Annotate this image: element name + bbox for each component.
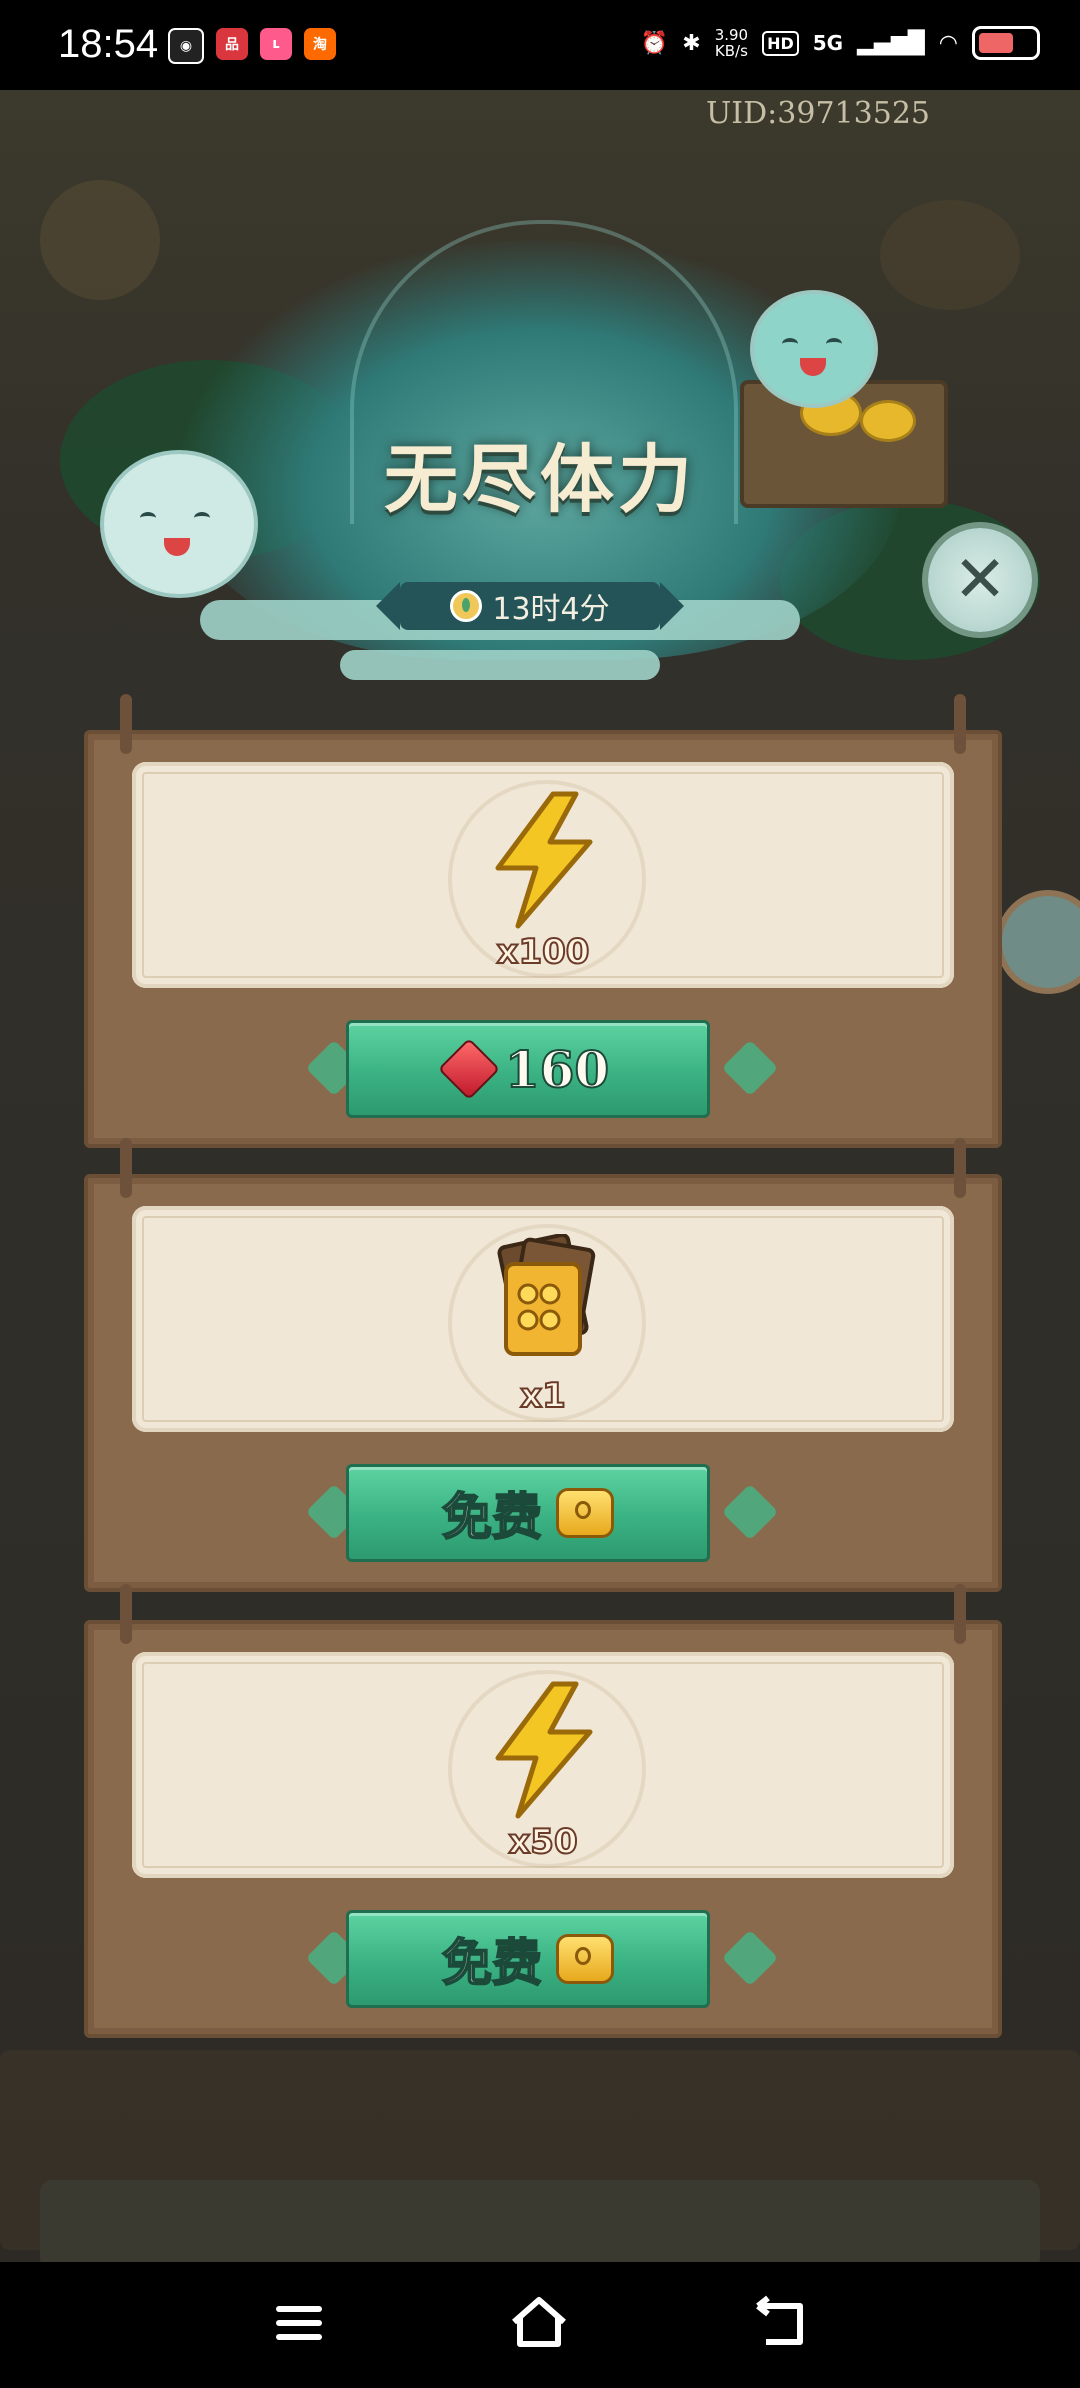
timer-clock-icon bbox=[450, 590, 483, 622]
taobao-icon: 淘 bbox=[304, 28, 336, 60]
game-bottom-panel bbox=[40, 2180, 1040, 2270]
android-face-icon: ◉ bbox=[168, 28, 204, 64]
notification-icons: ◉ 品 ʟ 淘 bbox=[168, 28, 336, 64]
status-indicators: ⏰ ✱ 3.90 KB/s HD 5G ▂▄▆█ ◠ bbox=[641, 26, 1040, 60]
network-speed-unit: KB/s bbox=[714, 42, 748, 60]
menu-icon bbox=[276, 2334, 322, 2340]
battery-icon bbox=[972, 26, 1040, 60]
button-ornament bbox=[721, 1483, 779, 1541]
home-icon bbox=[512, 2297, 566, 2347]
network-speed: 3.90 KB/s bbox=[715, 27, 748, 59]
hanging-rope bbox=[954, 694, 966, 754]
free-button-wrap: 免费 bbox=[305, 1464, 779, 1562]
lightning-icon bbox=[495, 791, 593, 929]
shop-red-icon: 品 bbox=[216, 28, 248, 60]
free-label: 免费 bbox=[441, 1486, 543, 1547]
menu-icon bbox=[276, 2320, 322, 2326]
offer-paper: x50 bbox=[132, 1652, 954, 1878]
signal-bars-icon: ▂▄▆█ bbox=[857, 30, 925, 56]
uid-label: UID:39713525 bbox=[706, 96, 930, 131]
timer-text: 13时4分 bbox=[492, 592, 610, 627]
button-ornament bbox=[721, 1039, 779, 1097]
hanging-rope bbox=[120, 694, 132, 754]
buy-button-wrap: 160 bbox=[305, 1020, 779, 1118]
lightning-icon bbox=[495, 1681, 593, 1819]
cat-mouth bbox=[164, 538, 190, 556]
red-gem-icon bbox=[437, 1037, 500, 1101]
hd-badge: HD bbox=[762, 30, 799, 56]
navigation-bar bbox=[0, 2262, 1080, 2388]
status-bar: 18:54 ◉ 品 ʟ 淘 ⏰ ✱ 3.90 KB/s HD 5G ▂▄▆█ ◠ bbox=[0, 0, 1080, 90]
timer-ribbon: 13时4分 bbox=[376, 582, 684, 630]
home-nav-button[interactable] bbox=[504, 2292, 574, 2352]
buy-with-gems-button[interactable]: 160 bbox=[346, 1020, 710, 1118]
wifi-icon: ◠ bbox=[938, 30, 958, 56]
offer-paper: x100 bbox=[132, 762, 954, 988]
offer-quantity: x50 bbox=[507, 1821, 578, 1863]
offer-quantity: x1 bbox=[519, 1375, 567, 1417]
free-label: 免费 bbox=[441, 1932, 543, 1993]
signal-5g: 5G bbox=[812, 31, 844, 55]
back-nav-button[interactable] bbox=[744, 2292, 814, 2352]
cloud-ribbon bbox=[340, 650, 660, 680]
back-icon bbox=[756, 2295, 803, 2345]
network-speed-value: 3.90 bbox=[714, 26, 749, 44]
hanging-rope bbox=[954, 1584, 966, 1644]
hanging-rope bbox=[120, 1138, 132, 1198]
offer-card-ticket-pack: x1 免费 bbox=[84, 1138, 1002, 1592]
free-claim-button[interactable]: 免费 bbox=[346, 1464, 710, 1562]
cat-eye bbox=[782, 338, 798, 350]
free-claim-button[interactable]: 免费 bbox=[346, 1910, 710, 2008]
hanging-rope bbox=[954, 1138, 966, 1198]
close-icon: ✕ bbox=[953, 543, 1007, 617]
price-label: 160 bbox=[504, 1039, 610, 1100]
ticket-pack-icon bbox=[497, 1234, 596, 1356]
bluetooth-icon: ✱ bbox=[682, 30, 701, 56]
cat-mouth bbox=[800, 358, 826, 376]
teal-cat-mascot bbox=[750, 290, 878, 408]
close-button[interactable]: ✕ bbox=[928, 528, 1032, 632]
menu-nav-button[interactable] bbox=[264, 2292, 334, 2352]
watch-ad-icon bbox=[556, 1934, 614, 1984]
status-time: 18:54 bbox=[58, 22, 159, 66]
offer-paper: x1 bbox=[132, 1206, 954, 1432]
offer-header: 无尽体力 13时4分 bbox=[20, 200, 1060, 700]
offer-card-energy-100: x100 160 bbox=[84, 694, 1002, 1148]
alarm-icon: ⏰ bbox=[640, 30, 669, 56]
offer-quantity: x100 bbox=[496, 931, 591, 973]
offer-title: 无尽体力 bbox=[384, 437, 696, 523]
pink-app-icon: ʟ bbox=[260, 28, 292, 60]
watch-ad-icon bbox=[556, 1488, 614, 1538]
free-button-wrap: 免费 bbox=[305, 1910, 779, 2008]
button-ornament bbox=[721, 1929, 779, 1987]
cat-eye bbox=[826, 338, 842, 350]
hanging-rope bbox=[120, 1584, 132, 1644]
menu-icon bbox=[276, 2306, 322, 2312]
offer-card-energy-50: x50 免费 bbox=[84, 1584, 1002, 2038]
